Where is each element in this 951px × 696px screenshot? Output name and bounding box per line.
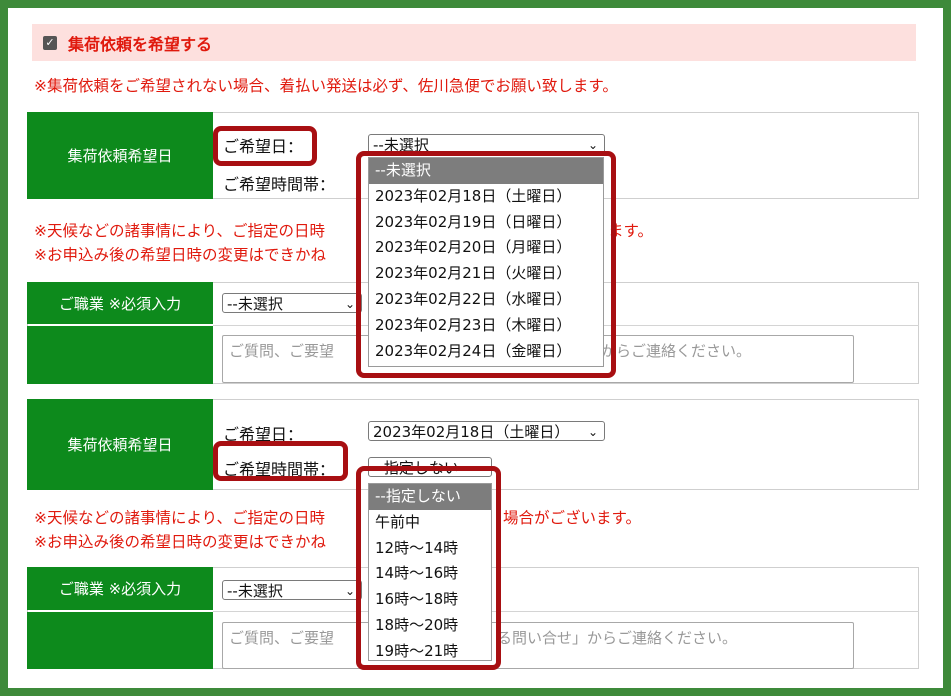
inquiry-placeholder-2: ご質問、ご要望 <box>229 629 335 647</box>
pickup-checkbox[interactable]: ✓ <box>43 36 57 50</box>
pickup-date-header-2: 集荷依頼希望日 <box>27 399 213 490</box>
occupation-header-2: ご職業 ※必須入力 <box>27 567 213 610</box>
occupation-select-2-value: --未選択 <box>227 582 283 600</box>
chevron-down-icon: ⌄ <box>587 425 598 439</box>
occupation-header-1: ご職業 ※必須入力 <box>27 282 213 324</box>
note-weather-2-tail: 場合がございます。 <box>503 509 641 527</box>
inquiry-header-2 <box>27 612 213 669</box>
inquiry-textarea-2[interactable]: ご質問、ご要望 る問い合せ」からご連絡ください。 <box>222 622 854 669</box>
note-change-1: ※お申込み後の希望日時の変更はできかね <box>34 246 326 264</box>
highlight-date-label <box>213 126 317 166</box>
occupation-select-1[interactable]: --未選択 ⌄ <box>222 293 362 313</box>
inquiry-placeholder-1-tail: からご連絡ください。 <box>601 342 752 360</box>
chevron-down-icon: ⌄ <box>344 297 355 311</box>
date-select-2-value: 2023年02月18日（土曜日） <box>373 423 570 441</box>
note-change-2: ※お申込み後の希望日時の変更はできかね <box>34 533 326 551</box>
note-weather-1: ※天候などの諸事情により、ご指定の日時 <box>34 222 326 240</box>
highlight-time-dropdown <box>356 466 501 670</box>
chevron-down-icon: ⌄ <box>344 584 355 598</box>
occupation-select-2[interactable]: --未選択 ⌄ <box>222 580 362 600</box>
divider <box>213 611 919 612</box>
pickup-date-header-1: 集荷依頼希望日 <box>27 112 213 199</box>
time-label-1: ご希望時間帯： <box>223 175 336 194</box>
inquiry-header-1 <box>27 326 213 384</box>
note-weather-2: ※天候などの諸事情により、ご指定の日時 <box>34 509 326 527</box>
highlight-date-dropdown <box>356 151 616 378</box>
occupation-select-1-value: --未選択 <box>227 295 283 313</box>
notice-text: ※集荷依頼をご希望されない場合、着払い発送は必ず、佐川急便でお願い致します。 <box>34 77 618 95</box>
inquiry-placeholder-1: ご質問、ご要望 <box>229 342 335 360</box>
pickup-checkbox-label: 集荷依頼を希望する <box>68 35 213 54</box>
inquiry-placeholder-2-tail: る問い合せ」からご連絡ください。 <box>497 629 738 647</box>
date-select-2[interactable]: 2023年02月18日（土曜日） ⌄ <box>368 421 605 441</box>
highlight-time-label <box>213 441 348 481</box>
